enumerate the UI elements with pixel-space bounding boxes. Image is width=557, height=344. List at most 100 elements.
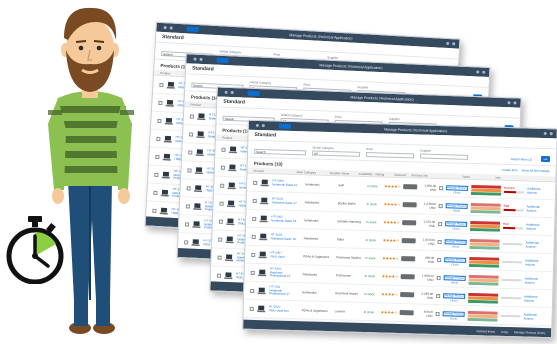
back-icon[interactable] — [163, 26, 167, 30]
column-header[interactable]: Info — [495, 175, 515, 180]
row-checkbox[interactable] — [250, 270, 255, 275]
table-tool-button[interactable]: Show All Item Details — [521, 168, 549, 173]
adapt-filters-button[interactable]: Adapt Filters (1) — [511, 157, 532, 162]
column-header[interactable]: Product Unit Price — [411, 173, 427, 177]
filter-input[interactable] — [365, 152, 415, 159]
row-checkbox[interactable] — [184, 239, 189, 244]
row-checkbox[interactable] — [252, 198, 257, 203]
row-checkbox[interactable] — [159, 82, 164, 87]
table-tool-button[interactable]: Create Item — [502, 168, 518, 172]
home-icon[interactable] — [199, 57, 203, 61]
footer-action-button[interactable]: Manage Product (Tech) — [514, 330, 545, 335]
variant-title[interactable]: Standard — [254, 132, 276, 139]
manage-product-button[interactable]: Manage Product (Tech) — [445, 221, 468, 230]
column-header[interactable] — [518, 178, 538, 179]
column-header[interactable]: Sales — [462, 174, 492, 179]
row-action-icon[interactable] — [437, 239, 442, 244]
row-checkbox[interactable] — [189, 113, 195, 119]
row-checkbox[interactable] — [250, 288, 255, 293]
search-icon[interactable] — [507, 101, 511, 105]
manage-product-button[interactable]: Manage Product (Tech) — [443, 293, 466, 302]
column-header[interactable] — [438, 176, 460, 177]
product-link[interactable]: HT-1010Notebook Professional 15 — [270, 267, 300, 279]
row-action-icon[interactable] — [438, 221, 443, 226]
filter-input[interactable]: Search — [254, 148, 307, 156]
additional-actions-link[interactable]: Additional Actions — [527, 204, 547, 213]
row-checkbox[interactable] — [251, 252, 256, 257]
row-checkbox[interactable] — [251, 234, 256, 239]
additional-actions-link[interactable]: Additional Actions — [524, 312, 544, 321]
avatar[interactable] — [482, 70, 486, 74]
row-checkbox[interactable] — [153, 190, 158, 195]
additional-actions-link[interactable]: Additional Actions — [524, 294, 544, 303]
additional-actions-link[interactable]: Additional Actions — [525, 258, 545, 267]
column-header[interactable]: Main Category — [297, 170, 327, 175]
product-link[interactable]: HT-1007ITelO Vault — [270, 251, 300, 259]
product-link[interactable]: HT-1001Notebook Basic 17 — [272, 197, 302, 205]
column-header[interactable]: Availability — [358, 171, 372, 175]
row-checkbox[interactable] — [188, 149, 193, 155]
search-icon[interactable] — [543, 131, 547, 136]
row-checkbox[interactable] — [218, 237, 223, 242]
row-action-icon[interactable] — [436, 293, 441, 298]
row-action-icon[interactable] — [438, 203, 443, 208]
variant-title[interactable]: Standard — [223, 99, 245, 106]
footer-action-button[interactable]: Copy — [501, 329, 508, 333]
row-checkbox[interactable] — [187, 167, 192, 173]
row-checkbox[interactable] — [155, 154, 160, 159]
additional-actions-link[interactable]: Additional Actions — [525, 276, 545, 285]
column-header[interactable]: Discount — [394, 172, 408, 176]
row-checkbox[interactable] — [186, 185, 191, 191]
filter-input[interactable]: All — [312, 150, 361, 157]
column-header[interactable]: Supplier Name — [329, 171, 355, 176]
variant-title[interactable]: Standard — [162, 34, 184, 41]
search-icon[interactable] — [476, 70, 480, 74]
manage-product-button[interactable]: Manage Product (Tech) — [444, 257, 467, 266]
avatar[interactable] — [549, 132, 553, 136]
row-checkbox[interactable] — [219, 201, 224, 206]
row-checkbox[interactable] — [184, 221, 190, 227]
product-link[interactable]: HT-1000Notebook Basic 15 — [272, 179, 302, 187]
row-action-icon[interactable] — [437, 257, 442, 262]
footer-action-button[interactable]: Deleted Items — [476, 329, 495, 334]
row-checkbox[interactable] — [218, 219, 223, 224]
manage-product-button[interactable]: Manage Product (Tech) — [446, 185, 469, 194]
avatar[interactable] — [513, 101, 517, 105]
row-checkbox[interactable] — [185, 203, 190, 209]
home-icon[interactable] — [169, 26, 173, 30]
row-checkbox[interactable] — [220, 183, 225, 188]
row-action-icon[interactable] — [439, 185, 444, 190]
row-checkbox[interactable] — [189, 131, 194, 137]
row-checkbox[interactable] — [221, 147, 226, 152]
row-checkbox[interactable] — [252, 216, 257, 221]
go-button[interactable]: Go — [540, 155, 551, 163]
manage-product-button[interactable]: Manage Product (Tech) — [443, 275, 466, 284]
back-icon[interactable] — [193, 57, 197, 61]
row-checkbox[interactable] — [253, 180, 258, 185]
row-checkbox[interactable] — [220, 165, 225, 170]
product-link[interactable]: HT-1011Notebook Professional 17 — [269, 285, 299, 297]
additional-actions-link[interactable]: Additional Actions — [526, 240, 546, 249]
row-checkbox[interactable] — [157, 118, 162, 123]
column-header[interactable]: Rating — [375, 172, 391, 176]
row-checkbox[interactable] — [217, 255, 222, 260]
home-icon[interactable] — [261, 124, 265, 128]
additional-actions-link[interactable]: Additional Actions — [527, 186, 547, 195]
row-checkbox[interactable] — [249, 306, 254, 311]
product-link[interactable]: HT-1003Notebook Basic 19 — [271, 233, 301, 241]
manage-product-button[interactable]: Manage Product (Tech) — [445, 203, 468, 212]
manage-product-button[interactable]: Manage Product (Tech) — [442, 311, 465, 320]
additional-actions-link[interactable]: Additional Actions — [526, 222, 546, 231]
back-icon[interactable] — [255, 123, 259, 128]
filter-input[interactable] — [419, 153, 469, 160]
row-checkbox[interactable] — [158, 100, 163, 105]
row-action-icon[interactable] — [435, 311, 440, 316]
row-checkbox[interactable] — [154, 172, 159, 177]
back-icon[interactable] — [224, 90, 228, 94]
manage-product-button[interactable]: Manage Product (Tech) — [444, 239, 467, 248]
row-checkbox[interactable] — [216, 273, 222, 278]
product-link[interactable]: HT-1020ITelO Vault Net — [269, 305, 299, 313]
home-icon[interactable] — [230, 90, 234, 95]
column-header[interactable]: Product — [254, 168, 294, 173]
product-link[interactable]: HT-1002Notebook Basic 18 — [271, 215, 301, 223]
